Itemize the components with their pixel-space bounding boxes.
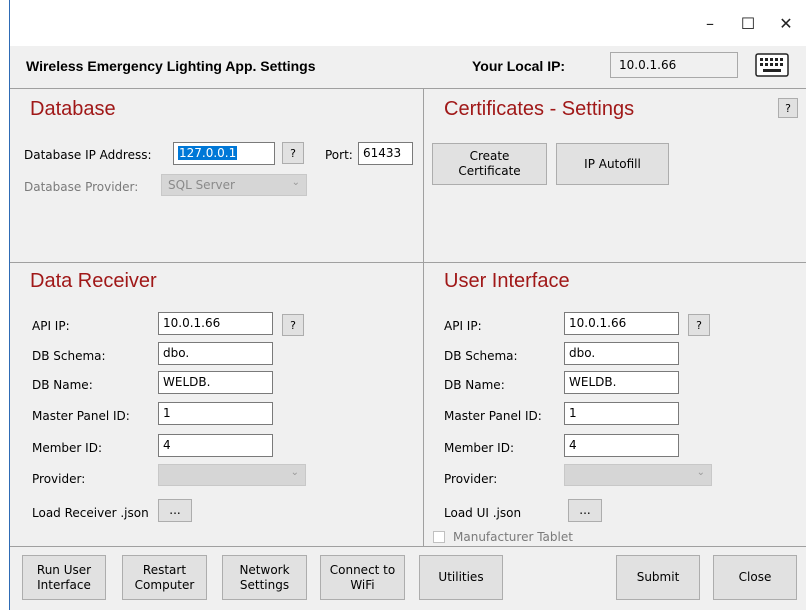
close-window-button[interactable]: ✕ [768, 10, 804, 36]
receiver-provider-select[interactable]: ⌄ [158, 464, 306, 486]
port-field[interactable]: 61433 [358, 142, 413, 165]
header-divider [10, 88, 806, 89]
data-receiver-section-title: Data Receiver [30, 270, 157, 292]
ui-member-field[interactable]: 4 [564, 434, 679, 457]
receiver-api-ip-field[interactable]: 10.0.1.66 [158, 312, 273, 335]
app-header: Wireless Emergency Lighting App. Setting… [10, 46, 806, 88]
load-ui-json-label: Load UI .json [444, 506, 522, 520]
ui-provider-label: Provider: [444, 472, 498, 486]
ip-autofill-button[interactable]: IP Autofill [556, 143, 669, 185]
user-interface-section-title: User Interface [444, 270, 570, 292]
receiver-schema-label: DB Schema: [32, 349, 106, 363]
database-ip-label: Database IP Address: [24, 148, 152, 162]
receiver-dbname-field[interactable]: WELDB. [158, 371, 273, 394]
database-ip-value: 127.0.0.1 [178, 146, 238, 160]
receiver-member-label: Member ID: [32, 441, 102, 455]
ui-dbname-field[interactable]: WELDB. [564, 371, 679, 394]
database-provider-select[interactable]: SQL Server ⌄ [161, 174, 307, 196]
ui-schema-label: DB Schema: [444, 349, 518, 363]
receiver-api-ip-help-button[interactable]: ? [282, 314, 304, 336]
receiver-member-field[interactable]: 4 [158, 434, 273, 457]
local-ip-field: 10.0.1.66 [610, 52, 738, 78]
manufacturer-tablet-label: Manufacturer Tablet [453, 530, 573, 544]
maximize-button[interactable]: ☐ [730, 10, 766, 36]
manufacturer-tablet-checkbox[interactable] [433, 531, 445, 543]
submit-button[interactable]: Submit [616, 555, 700, 600]
ui-api-ip-label: API IP: [444, 319, 482, 333]
run-user-interface-button[interactable]: Run User Interface [22, 555, 106, 600]
database-provider-label: Database Provider: [24, 180, 139, 194]
ui-member-label: Member ID: [444, 441, 514, 455]
footer-divider [10, 546, 806, 547]
certificates-help-button[interactable]: ? [778, 98, 798, 118]
load-receiver-json-label: Load Receiver .json [32, 506, 149, 520]
utilities-button[interactable]: Utilities [419, 555, 503, 600]
chevron-down-icon: ⌄ [290, 467, 299, 478]
chevron-down-icon: ⌄ [291, 177, 300, 188]
connect-wifi-button[interactable]: Connect to WiFi [320, 555, 405, 600]
ui-master-field[interactable]: 1 [564, 402, 679, 425]
receiver-master-label: Master Panel ID: [32, 409, 130, 423]
close-button[interactable]: Close [713, 555, 797, 600]
ui-provider-select[interactable]: ⌄ [564, 464, 712, 486]
ui-master-label: Master Panel ID: [444, 409, 542, 423]
keyboard-button[interactable] [754, 51, 790, 79]
receiver-api-ip-label: API IP: [32, 319, 70, 333]
database-ip-field[interactable]: 127.0.0.1 [173, 142, 275, 165]
center-divider [423, 88, 424, 546]
receiver-master-field[interactable]: 1 [158, 402, 273, 425]
minimize-button[interactable]: – [692, 10, 728, 36]
restart-computer-button[interactable]: Restart Computer [122, 555, 207, 600]
app-title: Wireless Emergency Lighting App. Setting… [26, 58, 316, 74]
database-ip-help-button[interactable]: ? [282, 142, 304, 164]
middle-divider [10, 262, 806, 263]
title-bar: – ☐ ✕ [10, 0, 806, 46]
chevron-down-icon: ⌄ [696, 467, 705, 478]
port-label: Port: [325, 148, 353, 162]
receiver-dbname-label: DB Name: [32, 378, 93, 392]
certificates-section-title: Certificates - Settings [444, 98, 635, 120]
ui-dbname-label: DB Name: [444, 378, 505, 392]
load-ui-json-button[interactable]: ... [568, 499, 602, 522]
ui-schema-field[interactable]: dbo. [564, 342, 679, 365]
keyboard-icon [755, 53, 789, 77]
database-section-title: Database [30, 98, 116, 120]
receiver-schema-field[interactable]: dbo. [158, 342, 273, 365]
local-ip-label: Your Local IP: [472, 58, 566, 74]
load-receiver-json-button[interactable]: ... [158, 499, 192, 522]
receiver-provider-label: Provider: [32, 472, 86, 486]
ui-api-ip-field[interactable]: 10.0.1.66 [564, 312, 679, 335]
ui-api-ip-help-button[interactable]: ? [688, 314, 710, 336]
settings-window: – ☐ ✕ Wireless Emergency Lighting App. S… [9, 0, 806, 610]
create-certificate-button[interactable]: Create Certificate [432, 143, 547, 185]
network-settings-button[interactable]: Network Settings [222, 555, 307, 600]
database-provider-value: SQL Server [168, 178, 235, 192]
